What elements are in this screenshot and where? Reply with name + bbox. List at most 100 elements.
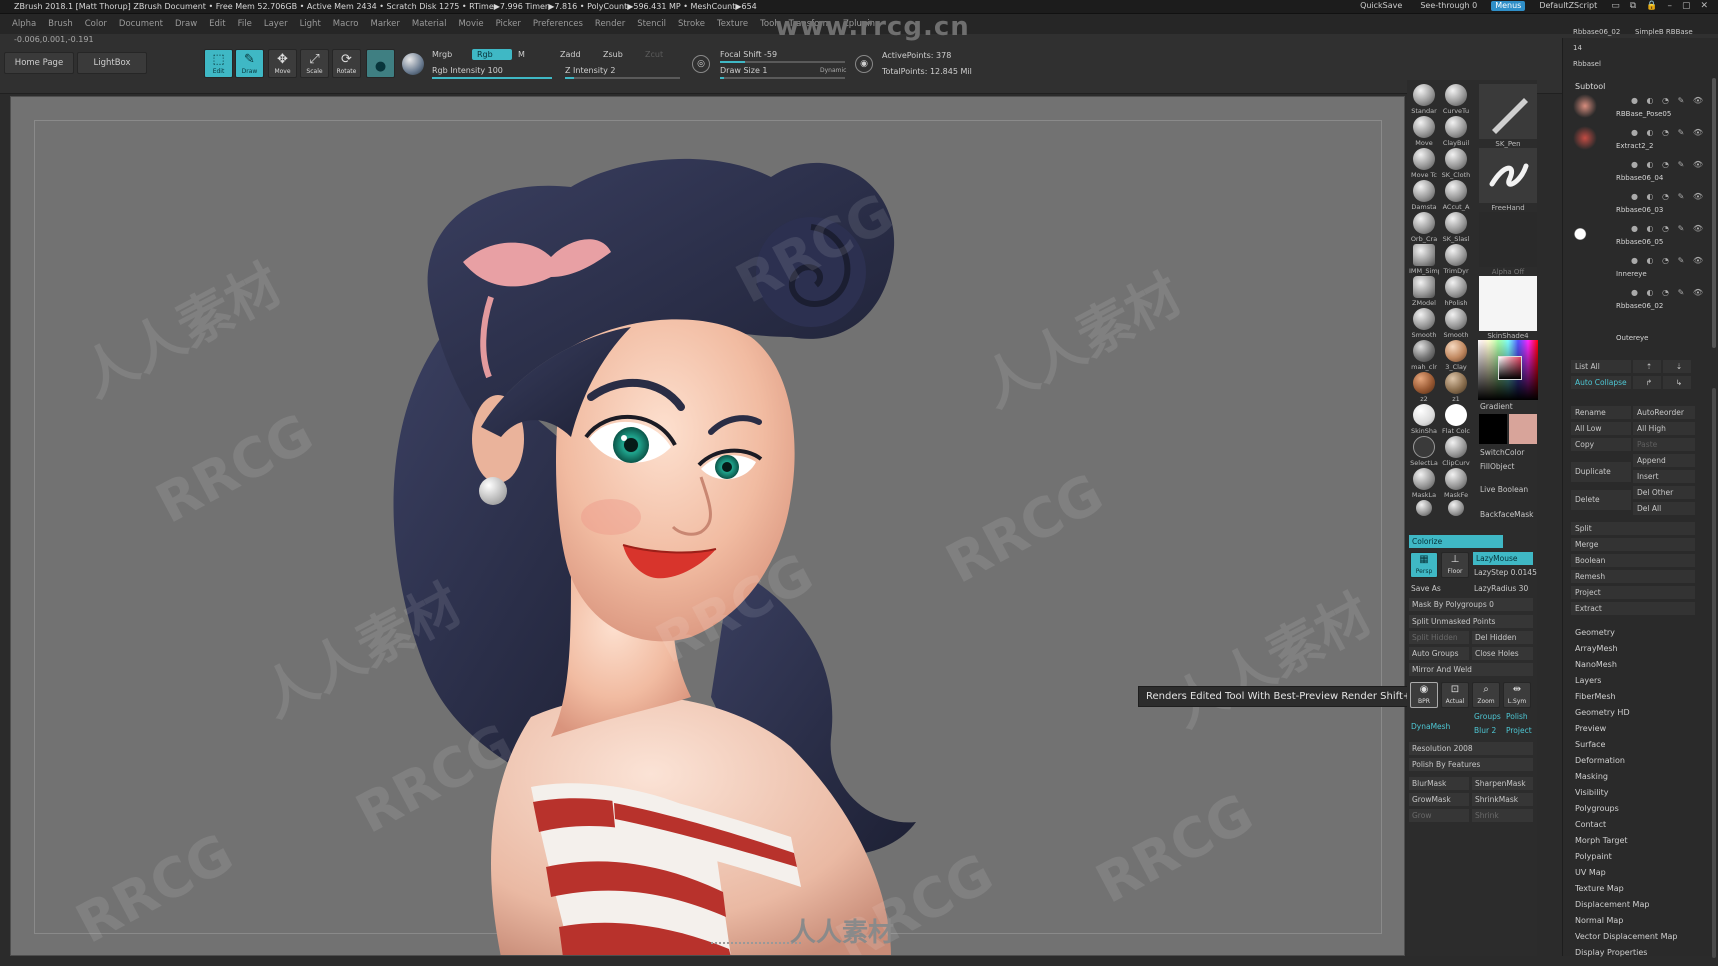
arrow-down-icon[interactable]: ↳ <box>1663 376 1691 389</box>
rotate-button[interactable]: ⟳ Rotate <box>332 49 361 78</box>
actual-button[interactable]: ⊡ Actual <box>1441 682 1469 708</box>
move-button[interactable]: ✥ Move <box>268 49 297 78</box>
material-sphere-icon[interactable] <box>402 53 424 75</box>
menu-brush[interactable]: Brush <box>48 19 73 29</box>
bpr-button[interactable]: ◉ BPR <box>1410 682 1438 708</box>
brush-clipcurve[interactable]: ClipCurv <box>1441 436 1471 467</box>
menu-document[interactable]: Document <box>119 19 163 29</box>
move-up-icon[interactable]: ⇡ <box>1633 360 1661 373</box>
split-hidden-button[interactable]: Split Hidden <box>1409 631 1469 644</box>
material-z2[interactable]: z2 <box>1409 372 1439 403</box>
subtool-item[interactable]: ● ◐ ◔ ✎ 👁 RBBase_Pose05 <box>1571 92 1711 121</box>
tool-menu-displacement-map[interactable]: Displacement Map <box>1575 900 1649 909</box>
paste-button[interactable]: Paste <box>1633 438 1695 451</box>
colorize-toggle[interactable]: Colorize <box>1409 535 1503 548</box>
menu-movie[interactable]: Movie <box>458 19 483 29</box>
dynamesh-toggle[interactable]: DynaMesh <box>1411 722 1450 731</box>
brush-orb-cracks[interactable]: Orb_Cra <box>1409 212 1439 243</box>
brush-move-topological[interactable]: Move Tc <box>1409 148 1439 179</box>
scale-button[interactable]: ⤢ Scale <box>300 49 329 78</box>
lazystep-slider[interactable]: LazyStep 0.0145 <box>1474 568 1537 577</box>
brush-zmodeler[interactable]: ZModel <box>1409 276 1439 307</box>
z-intensity-track[interactable] <box>565 77 680 79</box>
merge-menu[interactable]: Merge <box>1571 538 1695 551</box>
brush-dynamic-2[interactable] <box>1441 500 1471 516</box>
subtool-item[interactable]: ● ◐ ◔ ✎ 👁 Rbbase06_04 <box>1571 156 1711 185</box>
brush-imm-simple[interactable]: IMM_Simp <box>1409 244 1439 275</box>
polish-by-features-slider[interactable]: Polish By Features <box>1409 758 1533 771</box>
floor-toggle[interactable]: ⊥ Floor <box>1441 552 1469 578</box>
auto-groups-button[interactable]: Auto Groups <box>1409 647 1469 660</box>
project-menu[interactable]: Project <box>1571 586 1695 599</box>
brush-maskpen[interactable]: MaskFe <box>1441 468 1471 499</box>
brush-move[interactable]: Move <box>1409 116 1439 147</box>
m-toggle[interactable]: M <box>518 50 525 59</box>
help-icon[interactable]: ▭ <box>1611 1 1620 11</box>
top-tool-name-1[interactable]: Rbbase06_02 <box>1573 28 1620 36</box>
brush-masklasso[interactable]: MaskLa <box>1409 468 1439 499</box>
insert-button[interactable]: Insert <box>1633 470 1695 483</box>
growmask-button[interactable]: GrowMask <box>1409 793 1469 806</box>
mrgb-label[interactable]: Mrgb <box>432 50 452 59</box>
color-picker-sv[interactable] <box>1498 356 1522 380</box>
brush-standard[interactable]: Standar <box>1409 84 1439 115</box>
tool-menu-layers[interactable]: Layers <box>1575 676 1601 685</box>
draw-button[interactable]: ✎ Draw <box>235 49 264 78</box>
close-holes-button[interactable]: Close Holes <box>1472 647 1533 660</box>
duplicate-button[interactable]: Duplicate <box>1571 462 1631 482</box>
live-boolean-toggle[interactable]: Live Boolean <box>1480 485 1528 494</box>
extract-menu[interactable]: Extract <box>1571 602 1695 615</box>
maximize-icon[interactable]: ▢ <box>1682 1 1691 11</box>
subtool-header[interactable]: Subtool <box>1575 82 1605 91</box>
stroke-freehand-tile[interactable]: FreeHand <box>1478 148 1538 212</box>
material-z1[interactable]: z1 <box>1441 372 1471 403</box>
menu-render[interactable]: Render <box>595 19 625 29</box>
boolean-menu[interactable]: Boolean <box>1571 554 1695 567</box>
persp-toggle[interactable]: ▦ Persp <box>1410 552 1438 578</box>
default-zscript-button[interactable]: DefaultZScript <box>1535 1 1601 11</box>
menu-stencil[interactable]: Stencil <box>637 19 666 29</box>
dynamic-toggle[interactable]: Dynamic <box>820 67 846 74</box>
lock-icon[interactable]: 🔒 <box>1646 1 1657 11</box>
menu-stroke[interactable]: Stroke <box>678 19 705 29</box>
lazymouse-toggle[interactable]: LazyMouse <box>1473 552 1533 565</box>
split-unmasked-points-button[interactable]: Split Unmasked Points <box>1409 615 1533 628</box>
brush-selectlasso[interactable]: SelectLa <box>1409 436 1439 467</box>
canvas-viewport[interactable]: 人人素材 RRCG 人人素材 RRCG RRCG RRCG 人人素材 RRCG … <box>10 96 1405 956</box>
tool-menu-display-properties[interactable]: Display Properties <box>1575 948 1647 957</box>
brush-hpolish[interactable]: hPolish <box>1441 276 1471 307</box>
menu-light[interactable]: Light <box>300 19 321 29</box>
home-page-tab[interactable]: Home Page <box>4 52 74 74</box>
resolution-slider[interactable]: Resolution 2008 <box>1409 742 1533 755</box>
brush-accut[interactable]: ACcut_A <box>1441 180 1471 211</box>
zoom-button[interactable]: ⌕ Zoom <box>1472 682 1500 708</box>
autoreorder-button[interactable]: AutoReorder <box>1633 406 1695 419</box>
tool-menu-preview[interactable]: Preview <box>1575 724 1606 733</box>
alpha-off-tile[interactable]: Alpha Off <box>1478 212 1538 276</box>
move-down-icon[interactable]: ⇣ <box>1663 360 1691 373</box>
del-other-button[interactable]: Del Other <box>1633 486 1695 499</box>
z-intensity-slider[interactable]: Z Intensity 2 <box>565 66 615 75</box>
brush-damstandard[interactable]: Damsta <box>1409 180 1439 211</box>
switchcolor-button[interactable]: SwitchColor <box>1480 448 1524 457</box>
tool-menu-texture-map[interactable]: Texture Map <box>1575 884 1624 893</box>
brush-trimdynamic[interactable]: TrimDyr <box>1441 244 1471 275</box>
menu-material[interactable]: Material <box>412 19 447 29</box>
tool-menu-surface[interactable]: Surface <box>1575 740 1605 749</box>
menu-texture[interactable]: Texture <box>717 19 748 29</box>
del-all-button[interactable]: Del All <box>1633 502 1695 515</box>
all-low-button[interactable]: All Low <box>1571 422 1631 435</box>
zadd-toggle[interactable]: Zadd <box>560 50 581 59</box>
material-skinshade[interactable]: SkinSha <box>1409 404 1439 435</box>
rename-button[interactable]: Rename <box>1571 406 1631 419</box>
rgb-intensity-track[interactable] <box>432 77 552 79</box>
auto-collapse-toggle[interactable]: Auto Collapse <box>1571 376 1631 389</box>
main-color-swatch[interactable] <box>1509 414 1537 444</box>
current-tool-name[interactable]: Rbbasel <box>1573 60 1601 68</box>
menus-toggle[interactable]: Menus <box>1491 1 1526 11</box>
lsym-button[interactable]: ⇹ L.Sym <box>1503 682 1531 708</box>
arrow-up-icon[interactable]: ↱ <box>1633 376 1661 389</box>
blurmask-button[interactable]: BlurMask <box>1409 777 1469 790</box>
del-hidden-button[interactable]: Del Hidden <box>1472 631 1533 644</box>
material-3-clay[interactable]: 3_Clay <box>1441 340 1471 371</box>
